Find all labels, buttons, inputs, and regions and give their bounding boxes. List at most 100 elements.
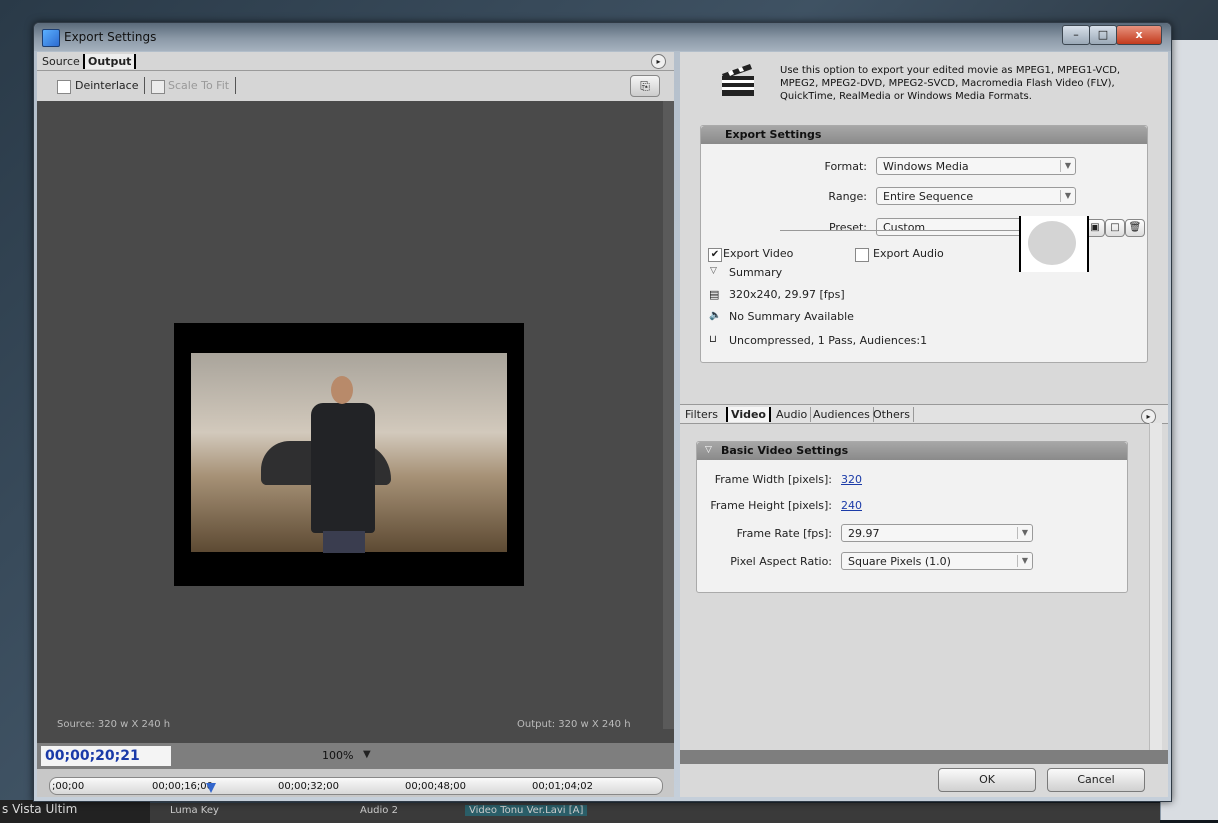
basic-video-heading: Basic Video Settings xyxy=(697,442,1127,460)
cancel-button[interactable]: Cancel xyxy=(1047,768,1145,792)
crop-icon[interactable]: ⎘ xyxy=(630,75,660,97)
chevron-down-icon: ▼ xyxy=(1060,190,1075,202)
tab-filters[interactable]: Filters xyxy=(682,407,721,422)
preview-panel: Source Output ▸ Deinterlace Scale To Fit… xyxy=(37,52,674,797)
frame-rate-value: 29.97 xyxy=(848,527,880,540)
frame-height-label: Frame Height [pixels]: xyxy=(710,499,832,512)
basic-video-settings-group: Basic Video Settings ▽ Frame Width [pixe… xyxy=(696,441,1128,593)
time-ruler-area: ;00;00 00;00;16;00 00;00;32;00 00;00;48;… xyxy=(37,769,674,797)
ruler-tick: 00;01;04;02 xyxy=(532,781,594,792)
preset-label: Preset: xyxy=(828,221,867,234)
scale-to-fit-label: Scale To Fit xyxy=(168,79,230,92)
range-dropdown[interactable]: Entire Sequence ▼ xyxy=(876,187,1076,205)
clapperboard-icon xyxy=(722,64,754,96)
panel-menu-icon[interactable]: ▸ xyxy=(651,54,666,69)
range-label: Range: xyxy=(828,190,867,203)
ok-button[interactable]: OK xyxy=(938,768,1036,792)
person-legs-shape xyxy=(323,531,365,553)
film-icon: ▤ xyxy=(709,288,720,301)
summary-divider xyxy=(780,230,1056,231)
background-timeline: Luma Key Audio 2 Video Tonu Ver.Lavi [A] xyxy=(150,803,1160,823)
collapse-triangle-icon[interactable]: ▽ xyxy=(705,445,712,455)
export-description: Use this option to export your edited mo… xyxy=(780,65,1121,102)
tab-source[interactable]: Source xyxy=(39,54,83,69)
chevron-down-icon: ▼ xyxy=(1017,527,1032,539)
ruler-tick: 00;00;16;00 xyxy=(152,781,214,792)
tab-output[interactable]: Output xyxy=(83,54,137,69)
range-value: Entire Sequence xyxy=(883,190,974,203)
pixel-aspect-value: Square Pixels (1.0) xyxy=(848,555,951,568)
title-bar[interactable]: Export Settings – □ x xyxy=(34,23,1171,51)
chevron-down-icon: ▼ xyxy=(1017,555,1032,567)
app-icon xyxy=(42,29,60,47)
preview-horizontal-scrollbar[interactable] xyxy=(37,729,674,743)
preview-vertical-scrollbar[interactable] xyxy=(663,101,674,729)
panel-menu-icon[interactable]: ▸ xyxy=(1141,409,1156,424)
export-video-checkbox[interactable]: ✔ xyxy=(708,248,722,262)
ruler-tick: 00;00;32;00 xyxy=(278,781,340,792)
bar-chart-icon: ⊔ xyxy=(709,334,717,345)
tab-video[interactable]: Video xyxy=(726,407,771,422)
video-preview-image xyxy=(191,353,507,553)
deinterlace-label: Deinterlace xyxy=(75,79,139,92)
export-video-label: Export Video xyxy=(723,247,794,260)
settings-panel: Use this option to export your edited mo… xyxy=(680,52,1168,797)
video-frame xyxy=(174,323,524,586)
collapse-triangle-icon[interactable]: ▽ xyxy=(710,266,717,276)
format-value: Windows Media xyxy=(883,160,969,173)
thumbnail-placeholder xyxy=(1028,221,1076,265)
chevron-down-icon[interactable]: ▼ xyxy=(363,749,371,760)
tab-audio[interactable]: Audio xyxy=(773,407,812,422)
timecode-display[interactable]: 00;00;20;21 xyxy=(41,746,171,766)
format-dropdown[interactable]: Windows Media ▼ xyxy=(876,157,1076,175)
tab-audiences[interactable]: Audiences xyxy=(810,407,874,422)
toolbar-divider xyxy=(144,77,145,94)
summary-audio: No Summary Available xyxy=(729,310,854,323)
person-shape xyxy=(311,403,375,533)
minimize-button[interactable]: – xyxy=(1062,25,1090,45)
frame-width-value[interactable]: 320 xyxy=(841,473,862,486)
scale-to-fit-checkbox[interactable] xyxy=(151,80,165,94)
frame-rate-dropdown[interactable]: 29.97 ▼ xyxy=(841,524,1033,542)
frame-rate-label: Frame Rate [fps]: xyxy=(736,527,832,540)
ruler-tick: ;00;00 xyxy=(52,781,85,792)
settings-tabbar: Filters Video Audio Audiences Others xyxy=(680,404,1168,424)
chevron-down-icon: ▼ xyxy=(1060,160,1075,172)
export-audio-checkbox[interactable] xyxy=(855,248,869,262)
maximize-button[interactable]: □ xyxy=(1089,25,1117,45)
preview-toolbar: Deinterlace Scale To Fit ⎘ xyxy=(37,71,674,101)
export-settings-window: Export Settings – □ x Source Output ▸ De… xyxy=(33,22,1172,802)
export-audio-label: Export Audio xyxy=(873,247,944,260)
person-head-shape xyxy=(331,376,353,404)
export-settings-heading: Export Settings xyxy=(701,126,1147,144)
summary-label: Summary xyxy=(729,266,783,279)
deinterlace-checkbox[interactable] xyxy=(57,80,71,94)
pixel-aspect-label: Pixel Aspect Ratio: xyxy=(730,555,832,568)
speaker-icon: 🔈 xyxy=(709,310,722,321)
summary-thumbnail xyxy=(1019,216,1089,272)
time-ruler[interactable]: ;00;00 00;00;16;00 00;00;32;00 00;00;48;… xyxy=(49,777,663,795)
settings-bottom-bar xyxy=(680,750,1168,764)
ruler-tick: 00;00;48;00 xyxy=(405,781,467,792)
preview-tabbar: Source Output ▸ xyxy=(37,52,674,71)
delete-preset-icon[interactable]: 🗑 xyxy=(1125,219,1145,237)
dialog-footer: OK Cancel xyxy=(680,764,1168,797)
preview-area xyxy=(37,101,663,729)
zoom-level[interactable]: 100% xyxy=(322,749,353,762)
window-title: Export Settings xyxy=(64,30,157,44)
pixel-aspect-dropdown[interactable]: Square Pixels (1.0) ▼ xyxy=(841,552,1033,570)
background-taskbar: s Vista Ultim xyxy=(0,800,150,823)
taskbar-text: s Vista Ultim xyxy=(2,802,78,816)
frame-height-value[interactable]: 240 xyxy=(841,499,862,512)
settings-vertical-scrollbar[interactable] xyxy=(1149,423,1162,750)
toolbar-divider xyxy=(235,77,236,94)
timeline-track-label: Audio 2 xyxy=(360,805,398,816)
summary-video: 320x240, 29.97 [fps] xyxy=(729,288,845,301)
preset-value: Custom xyxy=(883,221,926,234)
tab-others[interactable]: Others xyxy=(870,407,914,422)
close-button[interactable]: x xyxy=(1116,25,1162,45)
frame-width-label: Frame Width [pixels]: xyxy=(714,473,832,486)
import-preset-icon[interactable]: □ xyxy=(1105,219,1125,237)
format-label: Format: xyxy=(824,160,867,173)
timeline-track-label: Luma Key xyxy=(170,805,219,816)
